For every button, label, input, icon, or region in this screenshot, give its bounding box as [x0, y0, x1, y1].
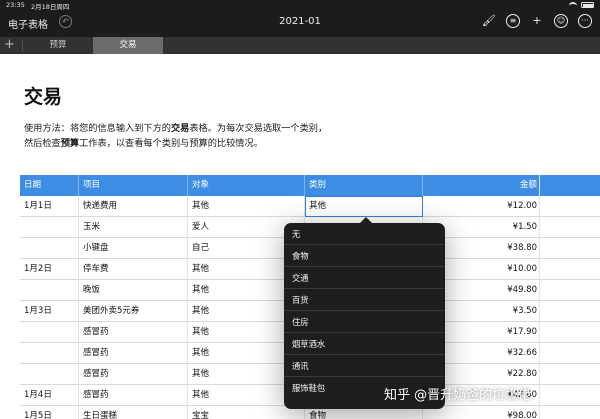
category-option-none[interactable]: 无 — [284, 223, 445, 245]
cell-date[interactable] — [20, 280, 79, 301]
watermark-text: 知乎 @晋升奶爸的垃圾佬 — [384, 388, 532, 403]
category-option-tobacco-alcohol[interactable]: 烟草酒水 — [284, 333, 445, 355]
document-title: 2021-01 — [279, 16, 321, 27]
status-time: 23:35 — [6, 1, 25, 9]
cell-date[interactable]: 1月4日 — [20, 385, 79, 406]
add-icon[interactable]: + — [530, 14, 544, 28]
comment-icon[interactable]: ≡ — [506, 14, 520, 28]
category-option-housing[interactable]: 住房 — [284, 311, 445, 333]
cell-item[interactable]: 感冒药 — [79, 385, 188, 406]
instructions-line-1: 使用方法：将您的信息输入到下方的交易表格。为每次交易选取一个类别， — [24, 121, 327, 136]
cell-item[interactable]: 玉米 — [79, 217, 188, 238]
col-header-date[interactable]: 日期 — [20, 175, 79, 196]
cell-item[interactable]: 晚饭 — [79, 280, 188, 301]
col-header-category[interactable]: 类别 — [305, 175, 423, 196]
status-indicators — [569, 1, 594, 8]
category-option-transport[interactable]: 交通 — [284, 267, 445, 289]
tab-budget[interactable]: 预算 — [23, 37, 93, 54]
cell-date[interactable] — [20, 343, 79, 364]
add-sheet-icon[interactable]: + — [4, 37, 15, 53]
cell-item[interactable]: 小键盘 — [79, 238, 188, 259]
cell-item[interactable]: 感冒药 — [79, 364, 188, 385]
more-icon[interactable]: ··· — [578, 14, 592, 28]
table-row: 1月1日 快递费用 其他 其他 ¥12.00 — [20, 196, 600, 217]
selected-cell-outline — [305, 196, 423, 217]
instructions-part: 表格。为每次交易选取一个类别， — [189, 123, 328, 134]
col-header-amount[interactable]: 金额 — [423, 175, 540, 196]
collaborate-icon[interactable]: ☺ — [554, 14, 568, 28]
cell-date[interactable] — [20, 322, 79, 343]
instructions-bold: 预算 — [60, 138, 80, 149]
cell-date[interactable]: 1月1日 — [20, 196, 79, 217]
cell-item[interactable]: 停车费 — [79, 259, 188, 280]
cell-item[interactable]: 快递费用 — [79, 196, 188, 217]
instructions-line-2: 然后检查预算工作表，以查看每个类别与预算的比较情况。 — [24, 136, 327, 151]
instructions-bold: 交易 — [171, 123, 190, 134]
cell-payee[interactable]: 其他 — [188, 196, 305, 217]
instructions-text: 使用方法：将您的信息输入到下方的交易表格。为每次交易选取一个类别， 然后检查预算… — [24, 121, 327, 151]
category-dropdown: 无 食物 交通 百货 住房 烟草酒水 通讯 服饰鞋包 — [284, 217, 445, 409]
wifi-icon — [569, 2, 577, 8]
category-option-food[interactable]: 食物 — [284, 245, 445, 267]
cell-date[interactable]: 1月5日 — [20, 406, 79, 419]
toolbar-actions: 🖌 ≡ + ☺ ··· — [482, 14, 592, 28]
cell-item[interactable]: 感冒药 — [79, 343, 188, 364]
instructions-part: 工作表，以查看每个类别与预算的比较情况。 — [79, 138, 263, 149]
back-to-spreadsheets-button[interactable]: 电子表格 — [8, 16, 48, 31]
cell-date[interactable] — [20, 238, 79, 259]
instructions-part: 然后检查 — [24, 138, 61, 149]
col-header-payee[interactable]: 对象 — [188, 175, 305, 196]
battery-icon — [581, 2, 594, 8]
category-option-groceries[interactable]: 百货 — [284, 289, 445, 311]
tab-transactions[interactable]: 交易 — [93, 37, 163, 54]
status-bar: 23:35 2月18日周四 — [0, 0, 600, 11]
cell-item[interactable]: 生日蛋糕 — [79, 406, 188, 419]
format-brush-icon[interactable]: 🖌 — [482, 14, 496, 28]
cell-date[interactable] — [20, 364, 79, 385]
cell-date[interactable]: 1月2日 — [20, 259, 79, 280]
table-header: 日期 项目 对象 类别 金额 — [20, 175, 600, 196]
app-toolbar: 电子表格 ↶ 2021-01 🖌 ≡ + ☺ ··· — [0, 10, 600, 37]
cell-amount[interactable]: ¥12.00 — [423, 196, 540, 217]
cell-item[interactable]: 美团外卖5元券 — [79, 301, 188, 322]
cell-date[interactable] — [20, 217, 79, 238]
page-title: 交易 — [24, 86, 63, 108]
col-header-item[interactable]: 项目 — [79, 175, 188, 196]
category-option-telecom[interactable]: 通讯 — [284, 355, 445, 377]
cell-date[interactable]: 1月3日 — [20, 301, 79, 322]
instructions-part: 使用方法：将您的信息输入到下方的 — [24, 123, 171, 134]
cell-item[interactable]: 感冒药 — [79, 322, 188, 343]
sheet-tabs: + 预算 交易 — [0, 37, 600, 54]
undo-icon[interactable]: ↶ — [59, 15, 72, 28]
